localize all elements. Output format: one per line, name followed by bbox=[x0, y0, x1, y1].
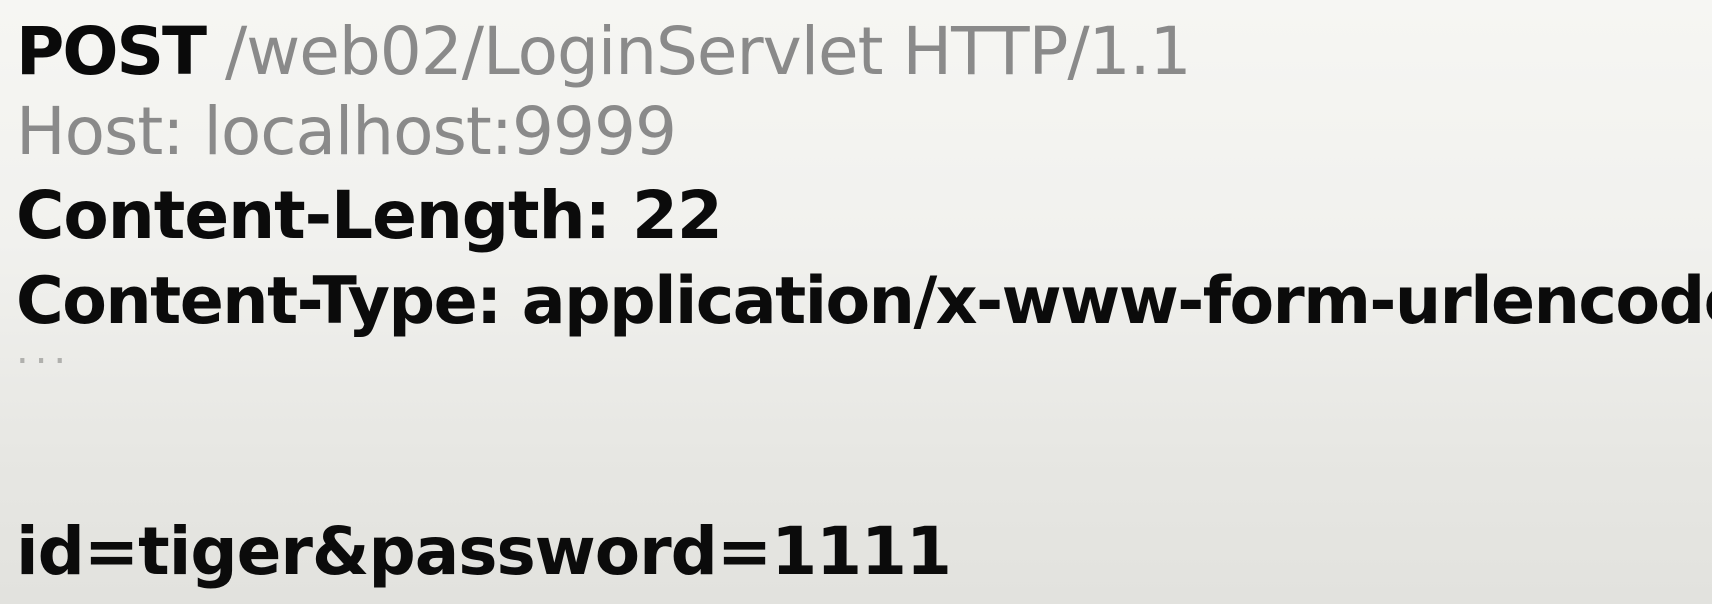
omitted-headers-ellipsis: ... bbox=[16, 327, 73, 373]
content-length-header: Content-Length: 22 bbox=[16, 177, 723, 254]
http-method: POST bbox=[16, 13, 207, 90]
content-type-header: Content-Type: application/x-www-form-url… bbox=[16, 264, 1712, 339]
request-body: id=tiger&password=1111 bbox=[16, 513, 952, 590]
request-path-version: /web02/LoginServlet HTTP/1.1 bbox=[225, 13, 1192, 90]
http-request-text: POST /web02/LoginServlet HTTP/1.1 Host: … bbox=[16, 0, 1712, 604]
host-header: Host: localhost:9999 bbox=[16, 93, 677, 170]
request-line: POST /web02/LoginServlet HTTP/1.1 bbox=[16, 12, 1192, 92]
